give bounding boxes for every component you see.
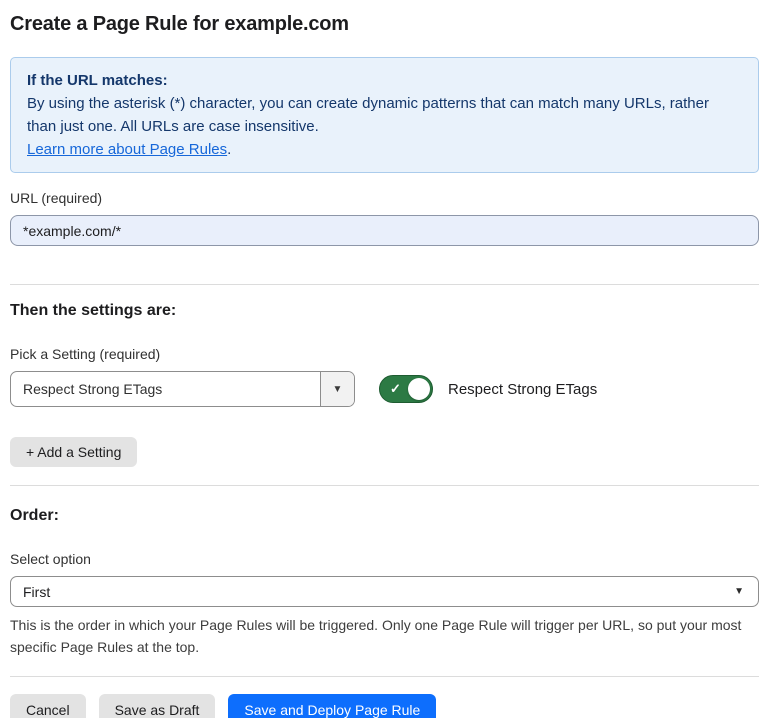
setting-select-value: Respect Strong ETags (11, 381, 320, 397)
etags-toggle[interactable]: ✓ (379, 375, 433, 403)
setting-select[interactable]: Respect Strong ETags ▼ (10, 371, 355, 407)
url-field-label: URL (required) (10, 189, 759, 207)
toggle-label: Respect Strong ETags (448, 381, 597, 398)
chevron-down-icon: ▼ (734, 586, 744, 597)
page-title: Create a Page Rule for example.com (10, 0, 759, 36)
cancel-button[interactable]: Cancel (10, 694, 86, 718)
dropdown-arrow-icon: ▼ (333, 384, 343, 395)
save-and-deploy-button[interactable]: Save and Deploy Page Rule (228, 694, 436, 718)
setting-row: Respect Strong ETags ▼ ✓ Respect Strong … (10, 371, 759, 407)
page-rule-form: Create a Page Rule for example.com If th… (0, 0, 769, 718)
order-select[interactable]: First ▼ (10, 576, 759, 607)
order-select-label: Select option (10, 550, 759, 568)
info-box-link-line: Learn more about Page Rules. (27, 138, 742, 161)
order-select-value: First (23, 584, 734, 600)
check-icon: ✓ (390, 382, 401, 395)
info-box-heading: If the URL matches: (27, 69, 742, 92)
learn-more-link[interactable]: Learn more about Page Rules (27, 141, 227, 158)
setting-picker-label: Pick a Setting (required) (10, 345, 759, 363)
url-match-info-box: If the URL matches: By using the asteris… (10, 57, 759, 173)
setting-select-arrow-button[interactable]: ▼ (320, 372, 354, 406)
divider (10, 284, 759, 285)
url-input[interactable] (10, 215, 759, 246)
footer-actions: Cancel Save as Draft Save and Deploy Pag… (10, 694, 759, 718)
settings-section-heading: Then the settings are: (10, 301, 759, 321)
add-setting-button[interactable]: + Add a Setting (10, 437, 137, 467)
info-box-body: By using the asterisk (*) character, you… (27, 92, 742, 138)
link-suffix: . (227, 141, 231, 158)
divider (10, 485, 759, 486)
order-section-heading: Order: (10, 506, 759, 526)
divider (10, 676, 759, 677)
save-as-draft-button[interactable]: Save as Draft (99, 694, 216, 718)
order-help-text: This is the order in which your Page Rul… (10, 614, 752, 658)
toggle-knob (408, 378, 430, 400)
